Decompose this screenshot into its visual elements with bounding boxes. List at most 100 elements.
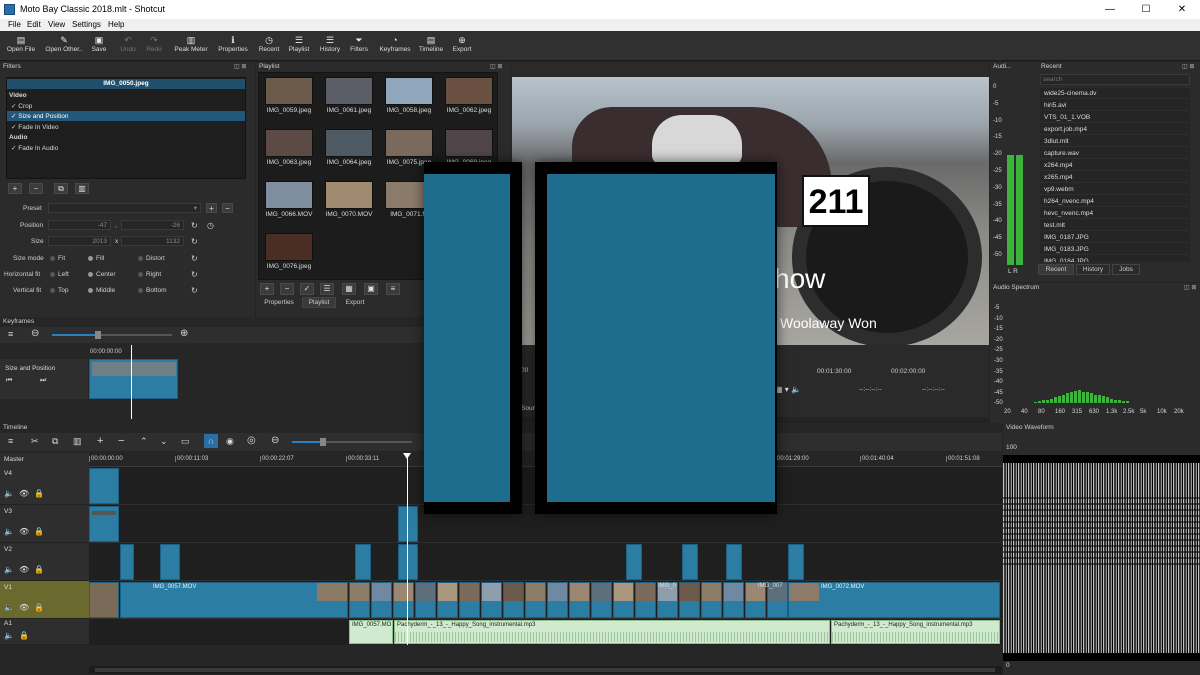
filter-size-position[interactable]: ✓ Size and Position [11,112,68,120]
v1-short-clip[interactable] [591,582,612,618]
clip-v3-a[interactable] [89,506,119,542]
keyframes-clip[interactable] [89,359,178,399]
filter-fade-in-audio[interactable]: ✓ Fade In Audio [11,144,58,152]
recent-item[interactable]: 3dlut.mlt [1040,136,1188,147]
filter-fade-in-video[interactable]: ✓ Fade In Video [11,123,59,131]
zoom-slider-handle[interactable] [95,331,101,339]
v1-short-clip[interactable] [525,582,546,618]
ripple-delete-icon[interactable]: − [118,435,124,447]
playlist-item[interactable]: IMG_0058.jpeg [381,75,437,117]
recent-item[interactable]: export.job.mp4 [1040,124,1188,135]
v1-short-clip[interactable] [393,582,414,618]
timeline-playhead[interactable] [407,453,408,645]
size-mode-fill-radio[interactable] [88,256,93,261]
audio-clip-2[interactable]: Pachyderm_-_13_-_Happy_Song_instrumental… [394,620,830,644]
recent-item[interactable]: hiri5.avi [1040,100,1188,111]
v1-short-clip[interactable] [371,582,392,618]
recent-item[interactable]: IMG_0183.JPG [1040,244,1188,255]
lift-icon[interactable]: ⌃ [140,436,148,447]
v1-short-clip[interactable] [481,582,502,618]
menu-settings[interactable]: Settings [72,20,101,29]
clip-v1-sequence[interactable] [349,582,788,618]
open-other-button[interactable]: ✎ Open Other.. [44,34,84,60]
playlist-add-button[interactable]: + [260,283,274,295]
playlist-item[interactable]: IMG_0063.jpeg [261,127,317,169]
pause-overlay-left-bar[interactable] [424,162,522,514]
peak-meter-button[interactable]: ▥ Peak Meter [172,34,210,60]
recent-search-input[interactable] [1040,74,1190,85]
clip-v2-1[interactable] [120,544,134,580]
v1-short-clip[interactable] [547,582,568,618]
next-keyframe-icon[interactable]: ⏭ [40,377,46,385]
reset-vfit-icon[interactable]: ↻ [191,286,198,295]
v1-short-clip[interactable] [679,582,700,618]
v1-short-clip[interactable] [349,582,370,618]
copy-filter-button[interactable]: ⧉ [54,183,68,194]
track-v4-controls-icon[interactable]: 🔈👁🔒 [4,489,49,498]
v1-short-clip[interactable] [635,582,656,618]
hfit-left-radio[interactable] [50,272,55,277]
timeline-menu-icon[interactable]: ≡ [8,436,13,446]
audio-clip-3[interactable]: Pachyderm_-_13_-_Happy_Song_instrumental… [831,620,1000,644]
clip-v2-4[interactable] [398,544,418,580]
clip-v2-6[interactable] [682,544,698,580]
menu-edit[interactable]: Edit [27,20,41,29]
history-button[interactable]: ☰ History [318,34,342,60]
preset-select[interactable]: ▾ [48,203,201,213]
panel-float-icon[interactable]: ◫ ⊠ [1184,284,1196,291]
overwrite-icon[interactable]: ⌄ [160,436,168,447]
size-mode-distort-radio[interactable] [138,256,143,261]
reset-size-icon[interactable]: ↻ [191,237,198,246]
v1-short-clip[interactable] [503,582,524,618]
copy-icon[interactable]: ⧉ [52,436,58,447]
prev-keyframe-icon[interactable]: ⏮ [6,377,12,385]
zoom-in-icon[interactable]: ⊕ [180,328,188,339]
v1-short-clip[interactable] [701,582,722,618]
timeline-scrollbar[interactable] [89,666,1002,674]
clip-v2-8[interactable] [788,544,804,580]
size-height-field[interactable]: 1132 [121,236,184,246]
export-button[interactable]: ⊕ Export [450,34,474,60]
save-button[interactable]: ▣ Save [88,34,110,60]
timeline-zoom-out-icon[interactable]: ⊖ [271,435,279,446]
clip-v1-img0057[interactable]: IMG_0057.MOV [120,582,348,618]
paste-filter-button[interactable]: ▥ [75,183,89,194]
recent-item[interactable]: IMG_0184.JPG [1040,256,1188,262]
playhead-marker-icon[interactable] [403,453,411,459]
playlist-update-button[interactable]: ✓ [300,283,314,295]
v1-short-clip[interactable] [437,582,458,618]
timeline-zoom-handle[interactable] [320,438,326,446]
track-a1-controls-icon[interactable]: 🔈🔒 [4,631,34,640]
playlist-menu-button[interactable]: ≡ [386,283,400,295]
recent-item[interactable]: wide25-cinema.dv [1040,88,1188,99]
playlist-item[interactable]: IMG_0066.MOV [261,179,317,221]
v1-short-clip[interactable] [415,582,436,618]
playlist-details-view-icon[interactable]: ☰ [320,283,334,295]
playlist-tiles-view-icon[interactable]: ▦ [342,283,356,295]
clip-v2-2[interactable] [160,544,180,580]
recent-item[interactable]: x265.mp4 [1040,172,1188,183]
hfit-right-radio[interactable] [138,272,143,277]
track-v3-controls-icon[interactable]: 🔈👁🔒 [4,527,49,536]
undo-button[interactable]: ↶ Undo [118,34,138,60]
playlist-item[interactable]: IMG_0076.jpeg [261,231,317,273]
recent-item[interactable]: x264.mp4 [1040,160,1188,171]
keyframes-playhead[interactable] [131,345,132,419]
position-x-field[interactable]: -47 [48,220,111,230]
tab-playlist[interactable]: Playlist [302,297,336,308]
tab-recent[interactable]: Recent [1038,264,1074,275]
filter-crop[interactable]: ✓ Crop [11,102,32,110]
append-icon[interactable]: + [97,435,103,447]
keyframes-button[interactable]: ◔ Keyframes [378,34,412,60]
vfit-top-radio[interactable] [50,288,55,293]
v1-short-clip[interactable] [613,582,634,618]
menu-view[interactable]: View [48,20,65,29]
v1-short-clip[interactable] [569,582,590,618]
grid-icon[interactable]: ▦ ▾ 🔈 [775,385,801,394]
playlist-item[interactable]: IMG_0062.jpeg [441,75,497,117]
clip-v2-5[interactable] [626,544,642,580]
recent-item[interactable]: hevc_nvenc.mp4 [1040,208,1188,219]
recent-item[interactable]: vp9.webm [1040,184,1188,195]
v1-short-clip[interactable] [459,582,480,618]
cut-icon[interactable]: ✂ [31,436,39,447]
